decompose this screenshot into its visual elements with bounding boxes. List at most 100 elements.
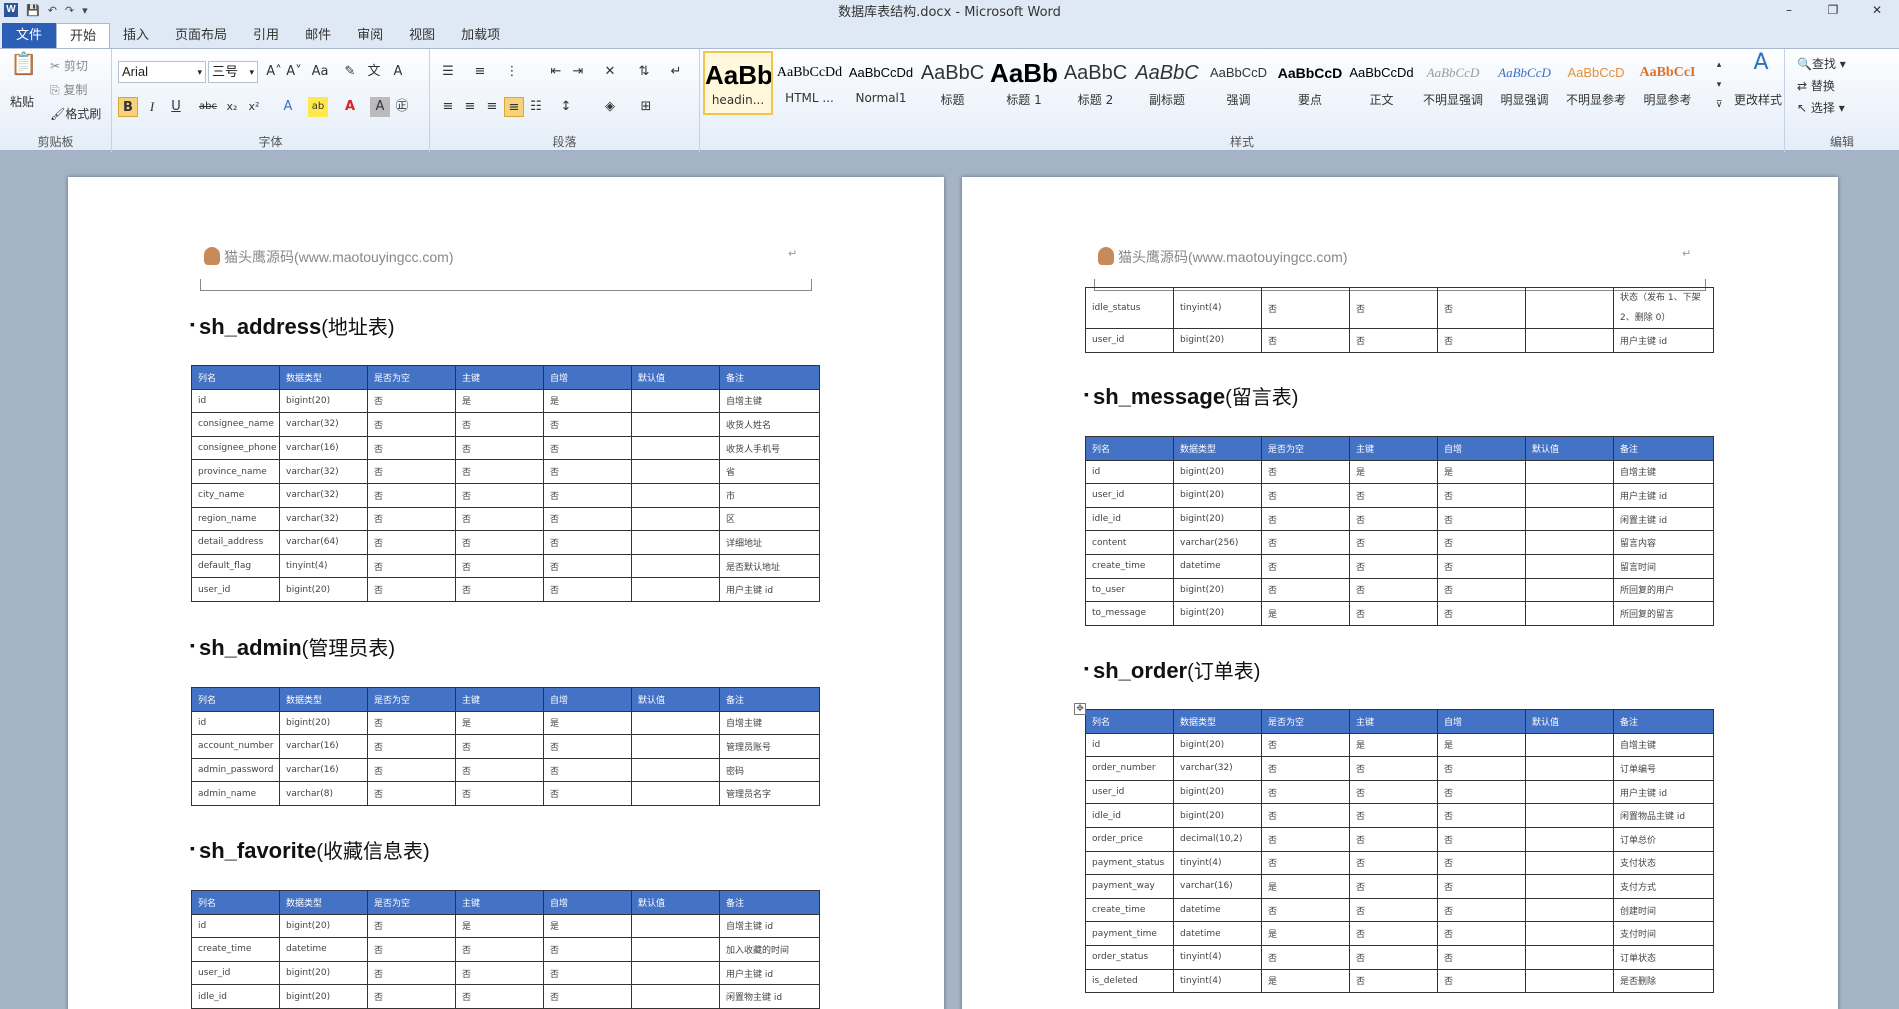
change-styles-button[interactable]: 更改样式 <box>1734 91 1782 108</box>
table-cell[interactable]: 是 <box>455 913 544 939</box>
table-cell[interactable]: 否 <box>1349 874 1438 899</box>
table-cell[interactable]: 否 <box>1349 944 1438 970</box>
table-cell[interactable]: 否 <box>1437 968 1526 994</box>
db-table[interactable]: 列名 数据类型 是否为空 主键 自增 默认值 备注 id bigint(20) 否是是自增主键 co… <box>191 365 820 602</box>
table-cell[interactable]: user_id <box>191 960 280 986</box>
table-cell[interactable] <box>1525 483 1614 508</box>
save-icon[interactable]: 💾 <box>26 4 40 17</box>
table-cell[interactable]: varchar(32) <box>279 459 368 484</box>
table-cell[interactable]: 是 <box>543 710 632 736</box>
table-cell[interactable]: decimal(10,2) <box>1173 826 1262 852</box>
table-cell[interactable]: bigint(20) <box>279 577 368 602</box>
table-cell[interactable]: tinyint(4) <box>279 553 368 579</box>
table-cell[interactable]: 否 <box>367 553 456 579</box>
chinese-layout-icon[interactable]: ✕ <box>600 62 620 82</box>
table-cell[interactable]: 否 <box>455 781 544 806</box>
table-cell[interactable]: to_message <box>1085 601 1174 626</box>
table-cell[interactable] <box>631 530 720 555</box>
gallery-up-icon[interactable]: ▴ <box>1713 55 1725 75</box>
table-cell[interactable]: 否 <box>1261 944 1350 970</box>
table-cell[interactable]: 否 <box>543 577 632 602</box>
tab-mailings[interactable]: 邮件 <box>292 23 344 48</box>
table-cell[interactable]: to_user <box>1085 577 1174 603</box>
table-cell[interactable]: 否 <box>1349 921 1438 946</box>
table-cell[interactable]: 用户主键 id <box>1613 779 1714 805</box>
table-cell[interactable]: create_time <box>191 937 280 962</box>
table-cell[interactable]: 否 <box>1437 287 1526 329</box>
table-cell[interactable]: 用户主键 id <box>1613 483 1714 508</box>
table-cell[interactable] <box>631 781 720 806</box>
table-cell[interactable] <box>1525 968 1614 994</box>
table-cell[interactable]: bigint(20) <box>1173 732 1262 758</box>
table-cell[interactable] <box>1525 287 1614 329</box>
table-cell[interactable]: tinyint(4) <box>1173 850 1262 876</box>
table-cell[interactable]: varchar(32) <box>279 482 368 508</box>
table-cell[interactable]: 否 <box>1349 577 1438 603</box>
redo-icon[interactable]: ↷ <box>65 4 74 17</box>
table-cell[interactable]: varchar(32) <box>279 506 368 532</box>
gallery-down-icon[interactable]: ▾ <box>1713 75 1725 95</box>
subscript-icon[interactable]: x₂ <box>222 97 242 117</box>
table-cell[interactable]: 用户主键 id <box>719 960 820 986</box>
table-cell[interactable]: 否 <box>1437 874 1526 899</box>
table-cell[interactable]: 订单状态 <box>1613 944 1714 970</box>
enclose-char-icon[interactable]: ㊣ <box>392 97 412 117</box>
table-cell[interactable]: 否 <box>455 506 544 532</box>
replace-button[interactable]: ⇄ 替换 <box>1797 77 1835 94</box>
table-cell[interactable]: tinyint(4) <box>1173 944 1262 970</box>
table-cell[interactable]: 否 <box>1437 483 1526 508</box>
table-cell[interactable]: varchar(16) <box>279 734 368 759</box>
char-border-icon[interactable]: A <box>388 62 408 82</box>
italic-icon[interactable]: I <box>142 97 162 117</box>
table-cell[interactable]: bigint(20) <box>279 710 368 736</box>
table-cell[interactable]: 否 <box>1349 826 1438 852</box>
table-cell[interactable]: 否 <box>455 757 544 783</box>
table-cell[interactable]: 留言时间 <box>1613 553 1714 579</box>
table-cell[interactable]: 否 <box>543 984 632 1009</box>
table-cell[interactable] <box>1525 756 1614 781</box>
table-cell[interactable]: varchar(32) <box>279 412 368 437</box>
table-cell[interactable]: 否 <box>1261 459 1350 485</box>
table-cell[interactable]: 否 <box>455 734 544 759</box>
table-cell[interactable]: 否 <box>455 960 544 986</box>
table-cell[interactable]: payment_way <box>1085 874 1174 899</box>
copy-button[interactable]: ⎘ 复制 <box>50 81 87 98</box>
table-cell[interactable]: 否 <box>1261 506 1350 532</box>
table-cell[interactable]: 否 <box>543 960 632 986</box>
table-cell[interactable]: account_number <box>191 734 280 759</box>
table-cell[interactable]: payment_status <box>1085 850 1174 876</box>
gallery-more-icon[interactable]: ⊽ <box>1713 95 1725 115</box>
table-cell[interactable]: 否 <box>1349 968 1438 994</box>
sort-icon[interactable]: ⇅ <box>634 62 654 82</box>
table-cell[interactable]: 是否删除 <box>1613 968 1714 994</box>
table-cell[interactable]: 否 <box>1437 803 1526 828</box>
increase-indent-icon[interactable]: ⇥ <box>568 62 588 82</box>
page-right[interactable]: 猫头鹰源码(www.maotouyingcc.com) ↵ idle_statu… <box>962 177 1838 1009</box>
table-cell[interactable]: admin_password <box>191 757 280 783</box>
font-color-icon[interactable]: A <box>340 97 360 117</box>
undo-icon[interactable]: ↶ <box>48 4 57 17</box>
db-table[interactable]: 列名 数据类型 是否为空 主键 自增 默认值 备注 id bigint(20) 否是是自增主键 ac… <box>191 687 820 806</box>
table-cell[interactable]: 创建时间 <box>1613 897 1714 923</box>
table-cell[interactable]: 否 <box>1261 779 1350 805</box>
table-cell[interactable] <box>1525 944 1614 970</box>
table-cell[interactable]: order_number <box>1085 756 1174 781</box>
line-spacing-icon[interactable]: ↕ <box>556 97 576 117</box>
clear-format-icon[interactable]: ✎ <box>340 62 360 82</box>
style-item[interactable]: AaBbCcD 明显强调 <box>1490 51 1560 115</box>
tab-home[interactable]: 开始 <box>56 23 111 48</box>
table-cell[interactable]: bigint(20) <box>279 984 368 1009</box>
table-cell[interactable]: 否 <box>1437 779 1526 805</box>
table-cell[interactable]: bigint(20) <box>1173 601 1262 626</box>
table-cell[interactable]: 订单总价 <box>1613 826 1714 852</box>
table-cell[interactable]: 是 <box>455 710 544 736</box>
table-cell[interactable]: 否 <box>543 937 632 962</box>
change-case-icon[interactable]: Aa <box>310 62 330 82</box>
table-cell[interactable]: 密码 <box>719 757 820 783</box>
table-cell[interactable] <box>1525 553 1614 579</box>
shrink-font-icon[interactable]: A˅ <box>284 62 304 82</box>
align-right-icon[interactable]: ≡ <box>482 97 502 117</box>
table-cell[interactable]: 否 <box>543 530 632 555</box>
style-item[interactable]: AaBbCcDd Normal1 <box>846 51 916 115</box>
table-cell[interactable]: id <box>1085 459 1174 485</box>
